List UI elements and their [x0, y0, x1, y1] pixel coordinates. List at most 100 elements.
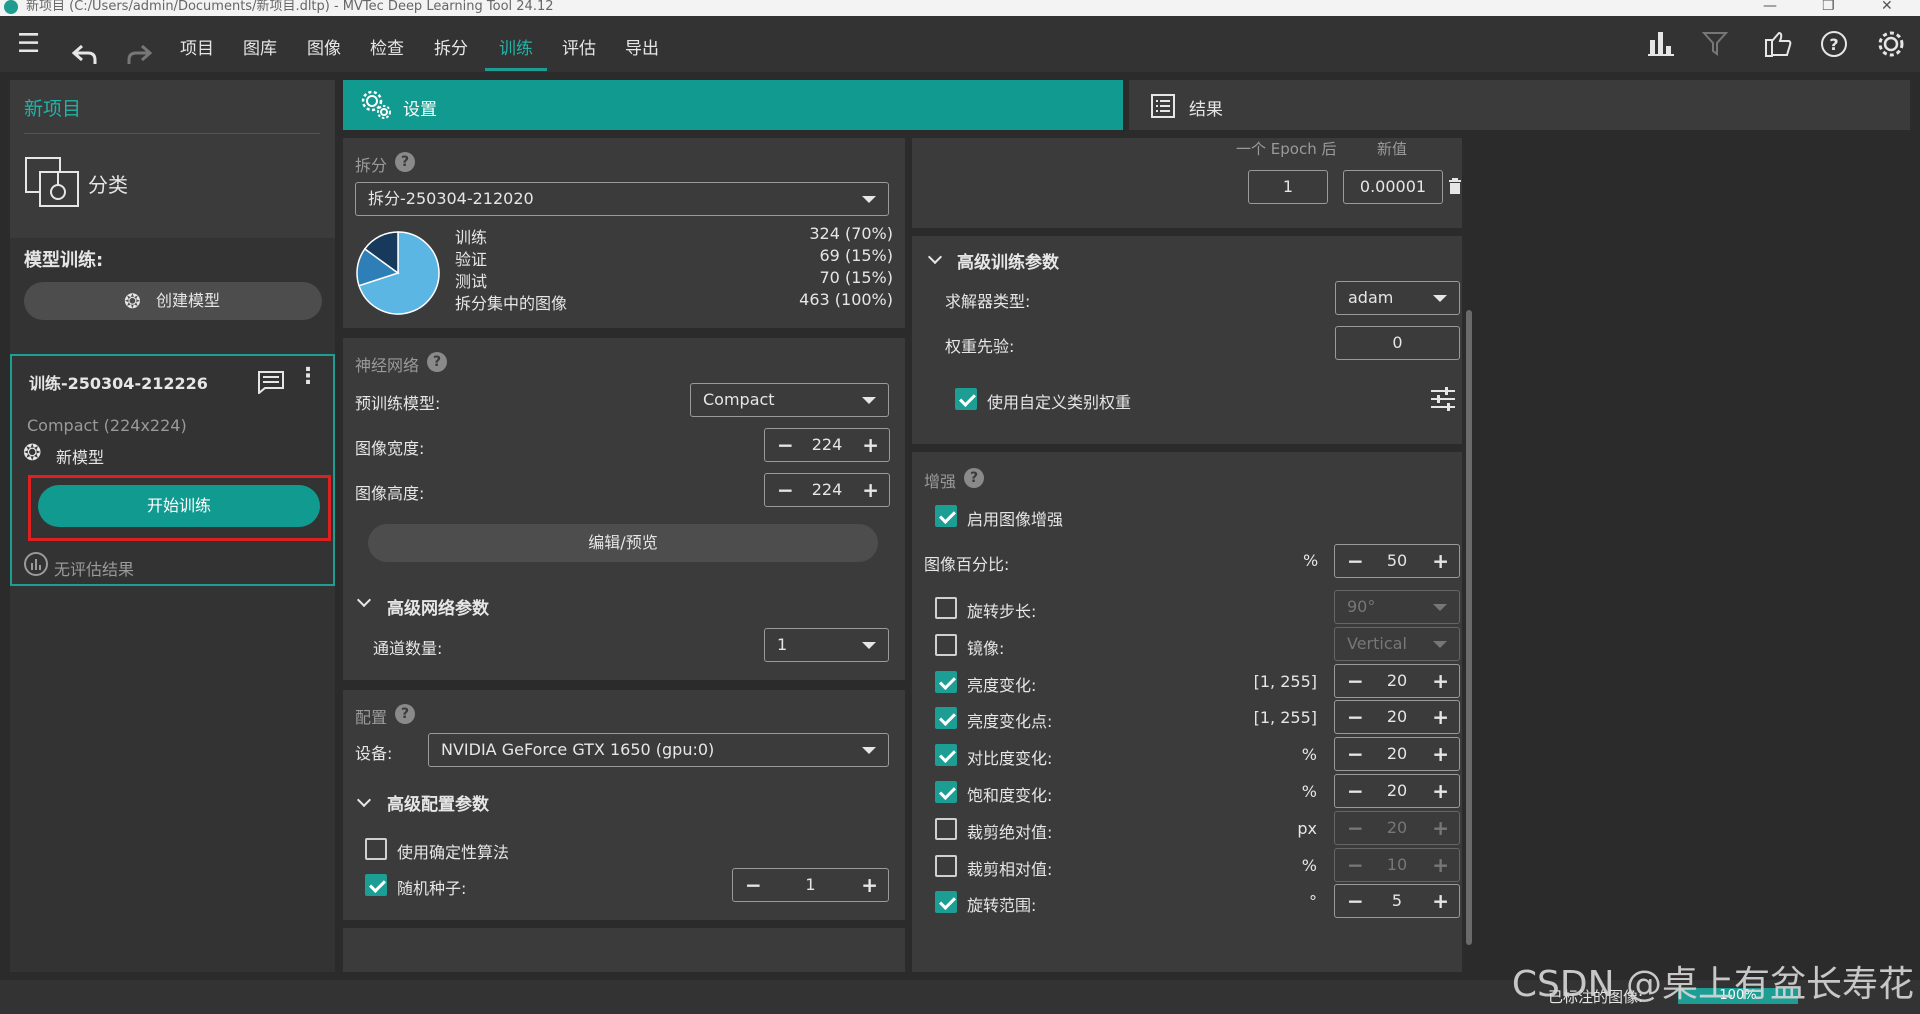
solver-dropdown[interactable]: adam — [1335, 281, 1460, 315]
minus-icon[interactable]: − — [1347, 549, 1364, 573]
device-dropdown[interactable]: NVIDIA GeForce GTX 1650 (gpu:0) — [428, 733, 889, 767]
advanced-config-title[interactable]: 高级配置参数 — [387, 790, 489, 815]
menu-inspect[interactable]: 检查 — [370, 34, 404, 59]
augmentation-help-icon[interactable]: ? — [964, 468, 984, 488]
minus-icon[interactable]: − — [777, 433, 794, 457]
menu-images[interactable]: 图像 — [307, 34, 341, 59]
close-icon[interactable]: ✕ — [1881, 0, 1893, 13]
menu-evaluate[interactable]: 评估 — [562, 34, 596, 59]
project-name[interactable]: 新项目 — [24, 94, 81, 121]
minus-icon[interactable]: − — [1347, 705, 1364, 729]
menu-training[interactable]: 训练 — [499, 34, 533, 59]
minus-icon[interactable]: − — [1347, 742, 1364, 766]
tab-results[interactable]: 结果 — [1129, 80, 1910, 130]
enable-augmentation-checkbox[interactable] — [935, 505, 957, 527]
plus-icon[interactable]: + — [1432, 779, 1449, 803]
edit-preview-button[interactable]: 编辑/预览 — [368, 524, 878, 562]
plus-icon[interactable]: + — [1432, 549, 1449, 573]
random-seed-stepper[interactable]: −1 + — [732, 868, 889, 902]
minus-icon[interactable]: − — [777, 478, 794, 502]
help-icon[interactable]: ? — [1820, 30, 1848, 58]
image-height-stepper[interactable]: −224 + — [764, 473, 890, 507]
augmentation-row-checkbox[interactable] — [935, 855, 957, 877]
augmentation-row-checkbox[interactable] — [935, 707, 957, 729]
augmentation-row-value[interactable]: 20 — [1371, 818, 1423, 837]
network-help-icon[interactable]: ? — [427, 352, 447, 372]
statistics-icon[interactable] — [1647, 30, 1675, 58]
augmentation-row-checkbox[interactable] — [935, 781, 957, 803]
augmentation-row-stepper[interactable]: −20 + — [1334, 664, 1460, 698]
tab-settings[interactable]: 设置 — [343, 80, 1123, 130]
augmentation-row-checkbox[interactable] — [935, 597, 957, 619]
plus-icon[interactable]: + — [1432, 705, 1449, 729]
minus-icon[interactable]: − — [1347, 816, 1364, 840]
minus-icon[interactable]: − — [745, 873, 762, 897]
menu-project[interactable]: 项目 — [180, 34, 214, 59]
chevron-down-icon[interactable] — [356, 592, 372, 608]
menu-split[interactable]: 拆分 — [434, 34, 468, 59]
advanced-network-title[interactable]: 高级网络参数 — [387, 594, 489, 619]
pretrained-model-dropdown[interactable]: Compact — [690, 383, 889, 417]
custom-class-weights-checkbox[interactable] — [955, 388, 977, 410]
augmentation-row-checkbox[interactable] — [935, 891, 957, 913]
minimize-icon[interactable]: — — [1763, 0, 1777, 13]
undo-icon[interactable] — [72, 44, 98, 66]
augmentation-row-stepper[interactable]: −20 + — [1334, 700, 1460, 734]
plus-icon[interactable]: + — [862, 478, 879, 502]
augmentation-row-dropdown[interactable]: Vertical — [1334, 627, 1460, 661]
augmentation-row-stepper[interactable]: −5 + — [1334, 884, 1460, 918]
sliders-icon[interactable] — [1430, 386, 1456, 412]
augmentation-row-value[interactable]: 20 — [1371, 781, 1423, 800]
hamburger-menu-icon[interactable]: ☰ — [17, 31, 40, 57]
split-help-icon[interactable]: ? — [395, 152, 415, 172]
augmentation-row-stepper[interactable]: −20 + — [1334, 811, 1460, 845]
augmentation-row-stepper[interactable]: −20 + — [1334, 774, 1460, 808]
augmentation-row-checkbox[interactable] — [935, 671, 957, 693]
plus-icon[interactable]: + — [1432, 816, 1449, 840]
augmentation-row-value[interactable]: 20 — [1371, 707, 1423, 726]
plus-icon[interactable]: + — [1432, 853, 1449, 877]
augmentation-row-value[interactable]: 20 — [1371, 744, 1423, 763]
menu-gallery[interactable]: 图库 — [243, 34, 277, 59]
augmentation-row-stepper[interactable]: −10 + — [1334, 848, 1460, 882]
augmentation-row-checkbox[interactable] — [935, 744, 957, 766]
schedule-epoch-input[interactable]: 1 — [1248, 170, 1328, 204]
minus-icon[interactable]: − — [1347, 889, 1364, 913]
more-options-icon[interactable]: ⋮ — [297, 364, 319, 389]
create-model-button[interactable]: ❂ 创建模型 — [24, 282, 322, 320]
image-width-stepper[interactable]: −224 + — [764, 428, 890, 462]
plus-icon[interactable]: + — [1432, 742, 1449, 766]
gear-icon[interactable] — [1876, 29, 1906, 59]
channels-dropdown[interactable]: 1 — [764, 628, 889, 662]
chevron-down-icon[interactable] — [927, 249, 943, 265]
redo-icon[interactable] — [126, 44, 152, 66]
minus-icon[interactable]: − — [1347, 779, 1364, 803]
chevron-down-icon[interactable] — [356, 792, 372, 808]
config-help-icon[interactable]: ? — [395, 704, 415, 724]
split-dropdown[interactable]: 拆分-250304-212020 — [355, 182, 889, 216]
image-percent-stepper[interactable]: −50 + — [1334, 544, 1460, 578]
schedule-value-input[interactable]: 0.00001 — [1343, 170, 1443, 204]
augmentation-row-value[interactable]: 20 — [1371, 671, 1423, 690]
training-card[interactable]: 训练-250304-212226 ⋮ Compact (224x224) ❂ 新… — [10, 354, 335, 586]
minus-icon[interactable]: − — [1347, 669, 1364, 693]
augmentation-row-stepper[interactable]: −20 + — [1334, 737, 1460, 771]
plus-icon[interactable]: + — [862, 433, 879, 457]
augmentation-row-dropdown[interactable]: 90° — [1334, 590, 1460, 624]
deterministic-checkbox[interactable] — [365, 838, 387, 860]
comment-icon[interactable] — [257, 370, 285, 394]
plus-icon[interactable]: + — [1432, 669, 1449, 693]
plus-icon[interactable]: + — [1432, 889, 1449, 913]
weight-prior-input[interactable]: 0 — [1335, 326, 1460, 360]
augmentation-row-checkbox[interactable] — [935, 818, 957, 840]
augmentation-row-checkbox[interactable] — [935, 634, 957, 656]
restore-icon[interactable]: ❐ — [1822, 0, 1835, 13]
feedback-icon[interactable] — [1763, 30, 1793, 58]
augmentation-row-value[interactable]: 10 — [1371, 855, 1423, 874]
plus-icon[interactable]: + — [861, 873, 878, 897]
minus-icon[interactable]: − — [1347, 853, 1364, 877]
filter-icon[interactable] — [1702, 30, 1730, 58]
scrollbar[interactable] — [1466, 310, 1472, 945]
start-training-button[interactable]: 开始训练 — [38, 485, 320, 527]
augmentation-row-value[interactable]: 5 — [1371, 891, 1423, 910]
